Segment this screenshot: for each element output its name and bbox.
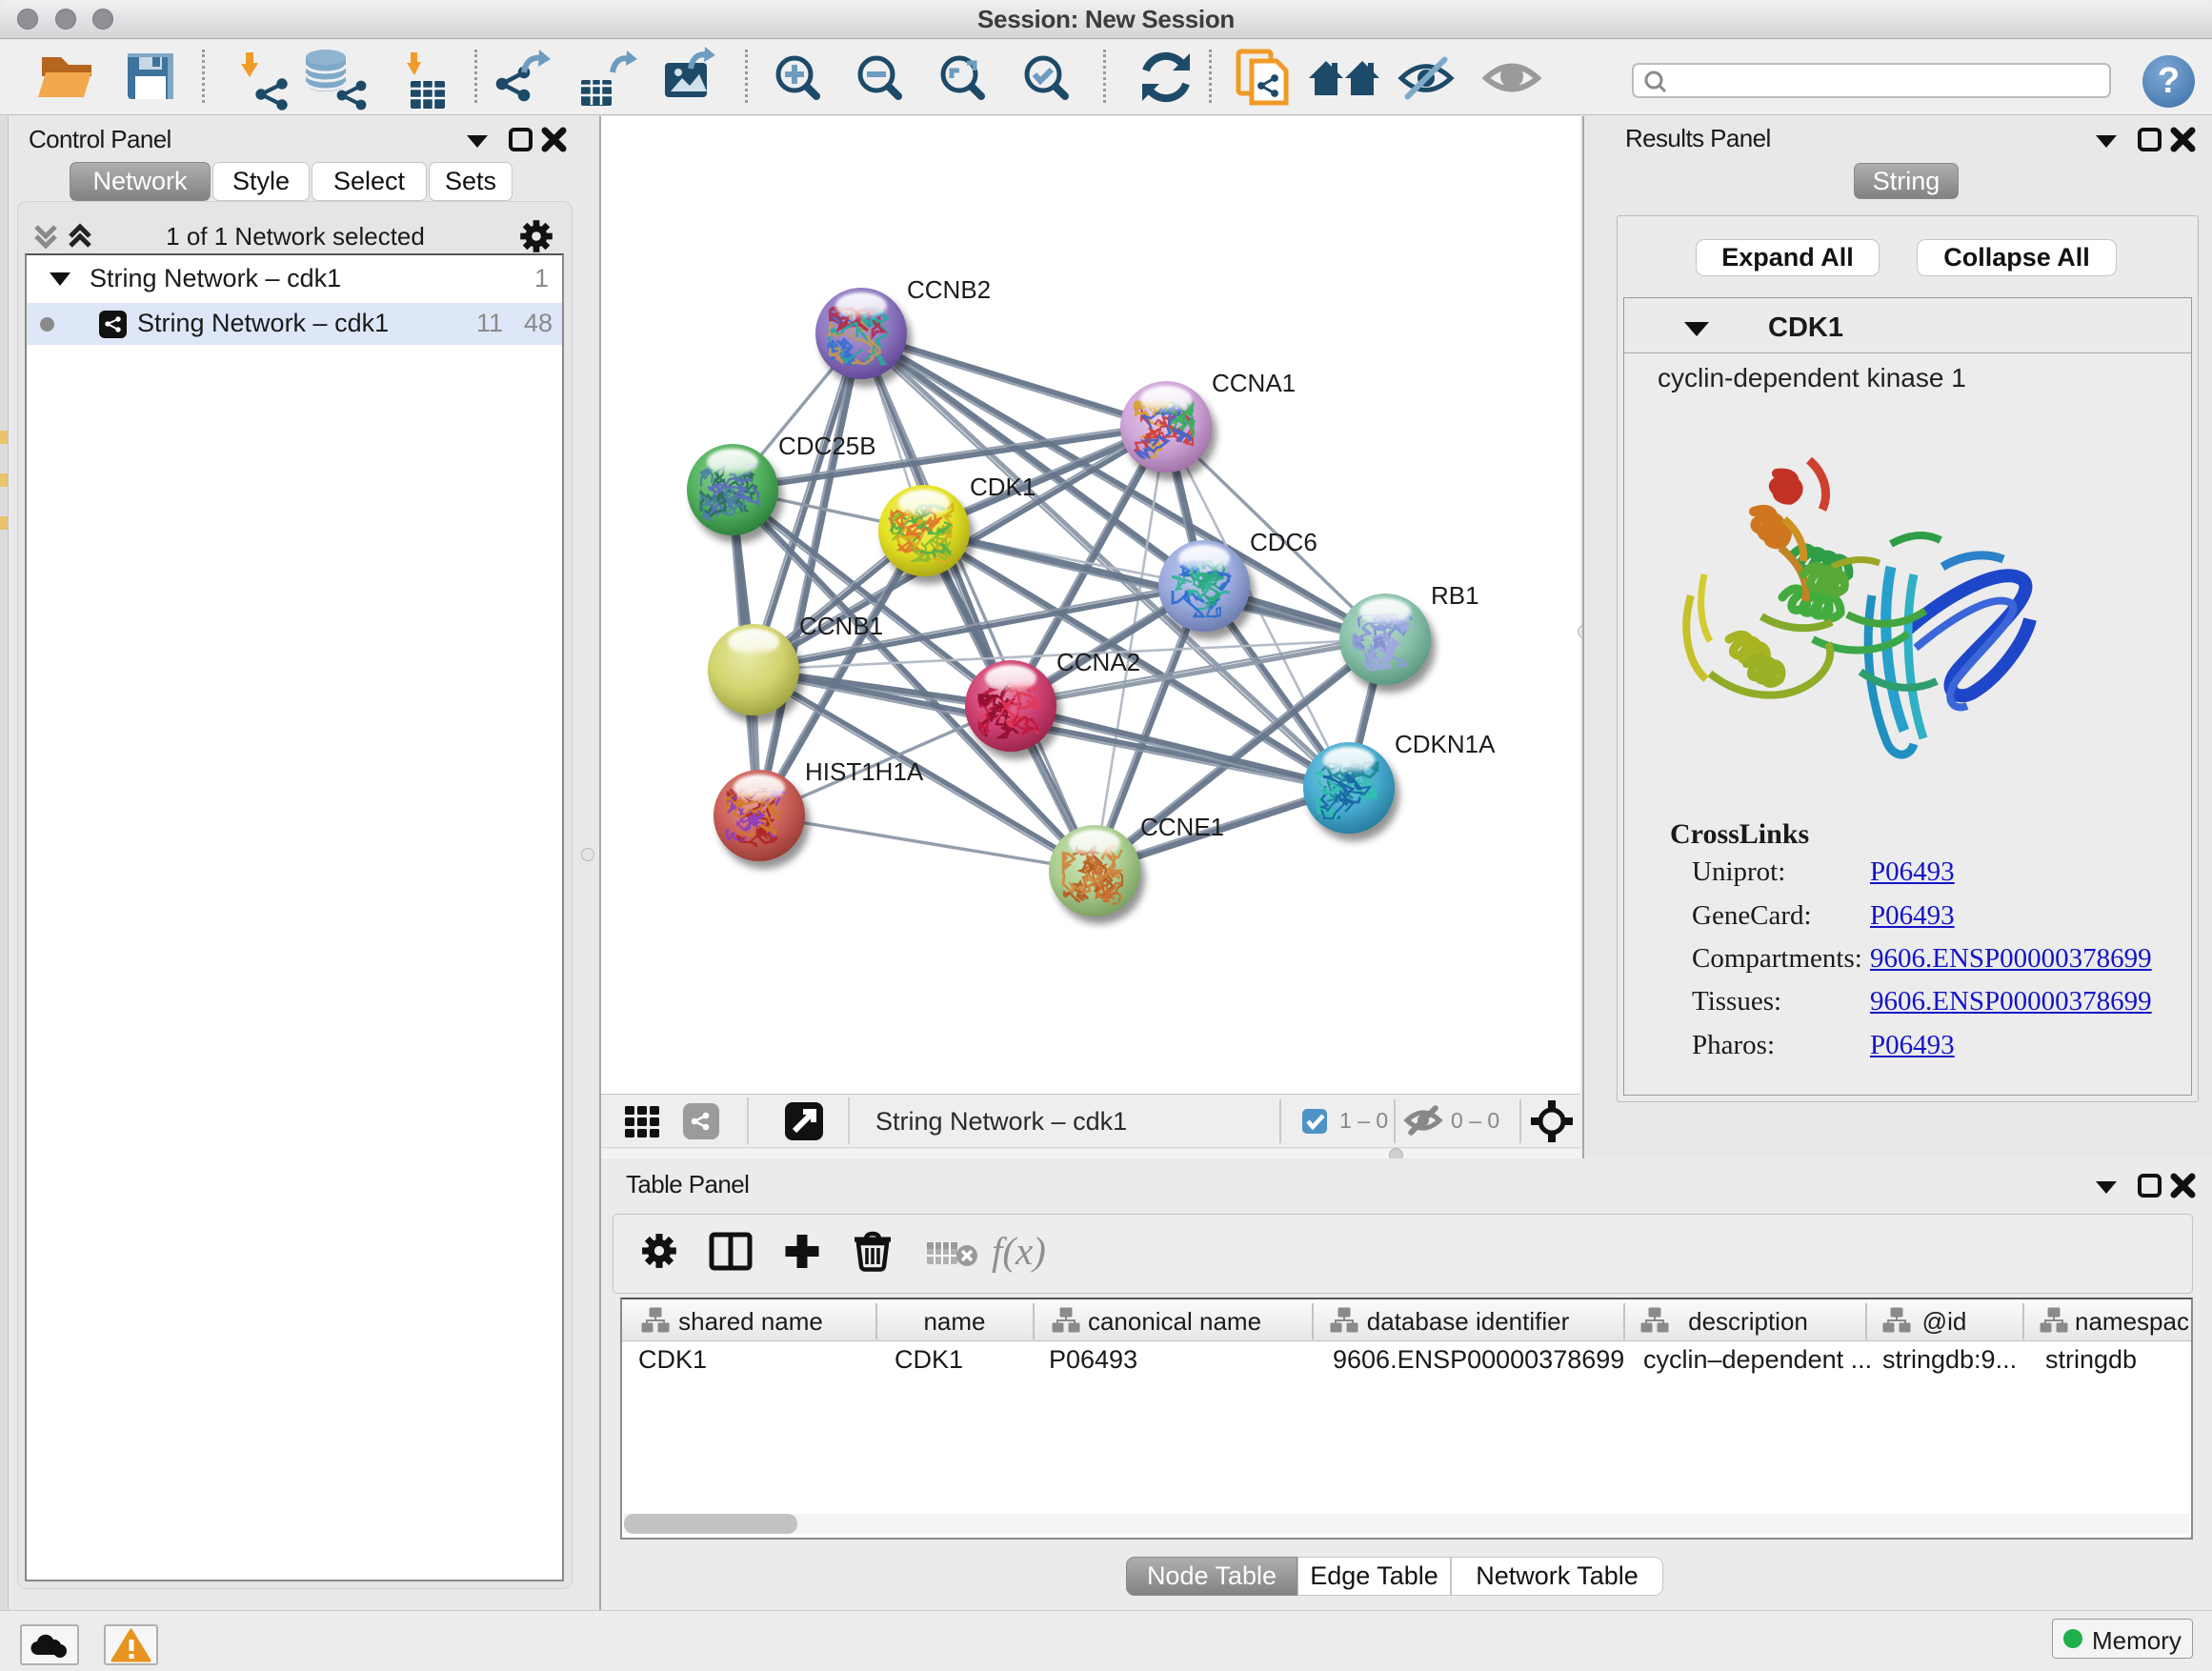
- svg-text:name: name: [923, 1307, 985, 1336]
- svg-text:RB1: RB1: [1431, 581, 1479, 610]
- svg-text:CDKN1A: CDKN1A: [1395, 730, 1496, 758]
- svg-text:HIST1H1A: HIST1H1A: [805, 757, 924, 786]
- svg-text:0 – 0: 0 – 0: [1451, 1108, 1499, 1133]
- svg-text:CCNE1: CCNE1: [1140, 813, 1224, 841]
- svg-text:database identifier: database identifier: [1367, 1307, 1570, 1336]
- svg-text:CDC6: CDC6: [1250, 528, 1317, 556]
- svg-text:CDK1: CDK1: [970, 473, 1036, 501]
- svg-text:f(x): f(x): [992, 1229, 1046, 1273]
- svg-text:shared name: shared name: [678, 1307, 823, 1336]
- svg-text:CCNA1: CCNA1: [1212, 369, 1296, 397]
- svg-text:@id: @id: [1922, 1307, 1967, 1336]
- svg-text:namespac: namespac: [2075, 1307, 2189, 1336]
- svg-text:1 – 0: 1 – 0: [1339, 1108, 1388, 1133]
- svg-text:String Network – cdk1: String Network – cdk1: [875, 1107, 1127, 1136]
- svg-text:CCNA2: CCNA2: [1056, 648, 1140, 676]
- svg-text:description: description: [1688, 1307, 1808, 1336]
- svg-text:CDC25B: CDC25B: [778, 432, 876, 460]
- svg-text:CCNB2: CCNB2: [907, 275, 991, 304]
- svg-text:canonical name: canonical name: [1088, 1307, 1261, 1336]
- svg-text:CCNB1: CCNB1: [799, 612, 883, 640]
